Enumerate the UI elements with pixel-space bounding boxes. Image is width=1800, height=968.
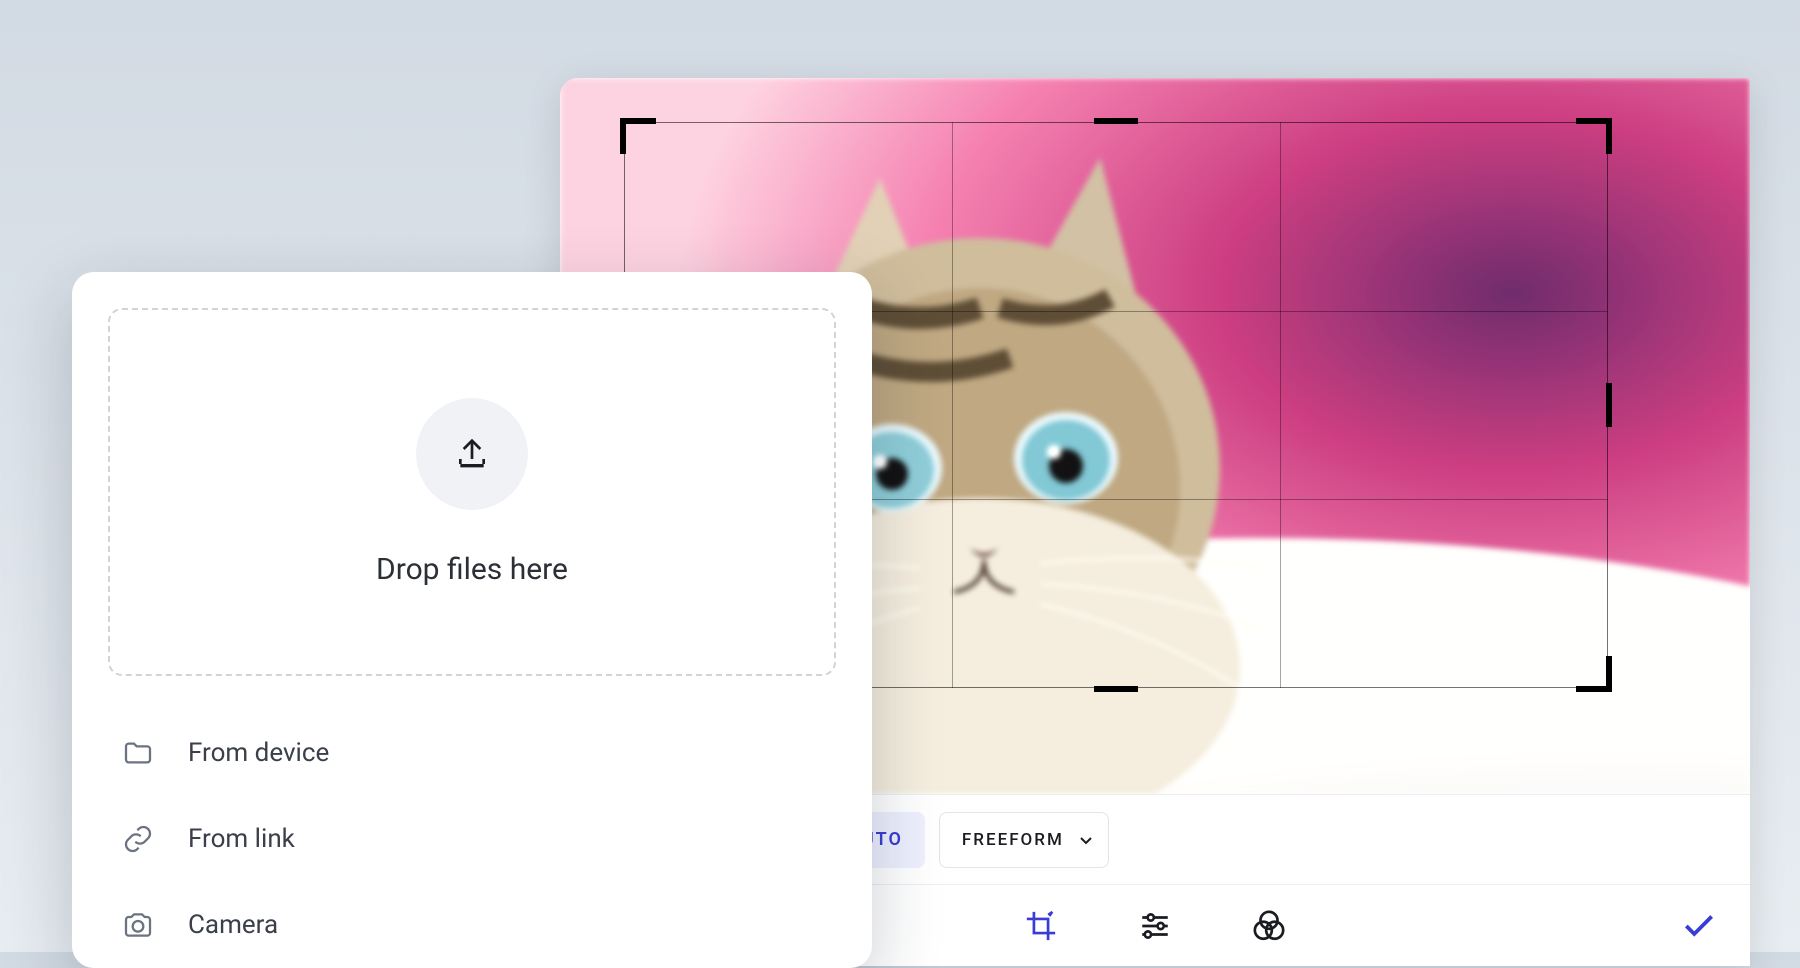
upload-panel: Drop files here From device From link [72, 272, 872, 968]
dropzone[interactable]: Drop files here [108, 308, 836, 676]
crop-handle-top-right[interactable] [1576, 118, 1612, 154]
grid-line [1280, 122, 1281, 688]
chevron-down-icon [1078, 832, 1094, 848]
grid-line [952, 122, 953, 688]
upload-icon [416, 398, 528, 510]
source-camera[interactable]: Camera [122, 882, 822, 968]
source-label: Camera [188, 910, 278, 940]
crop-handle-top-left[interactable] [620, 118, 656, 154]
filters-icon [1252, 909, 1286, 943]
crop-handle-bottom[interactable] [1094, 686, 1138, 692]
aspect-label: FREEFORM [962, 830, 1064, 850]
upload-sources: From device From link Camera [108, 676, 836, 968]
sliders-icon [1138, 909, 1172, 943]
source-from-link[interactable]: From link [122, 796, 822, 882]
drop-label: Drop files here [376, 552, 568, 587]
tab-filter[interactable] [1252, 909, 1286, 943]
source-label: From link [188, 824, 295, 854]
crop-handle-top[interactable] [1094, 118, 1138, 124]
crop-handle-bottom-right[interactable] [1576, 656, 1612, 692]
tab-crop[interactable] [1024, 909, 1058, 943]
camera-icon [122, 909, 158, 941]
aspect-ratio-select[interactable]: FREEFORM [939, 812, 1109, 868]
link-icon [122, 823, 158, 855]
check-icon [1680, 907, 1718, 945]
crop-handle-right[interactable] [1606, 383, 1612, 427]
crop-icon [1024, 909, 1058, 943]
tab-adjust[interactable] [1138, 909, 1172, 943]
confirm-button[interactable] [1680, 907, 1718, 945]
source-from-device[interactable]: From device [122, 710, 822, 796]
folder-icon [122, 737, 158, 769]
source-label: From device [188, 738, 329, 768]
